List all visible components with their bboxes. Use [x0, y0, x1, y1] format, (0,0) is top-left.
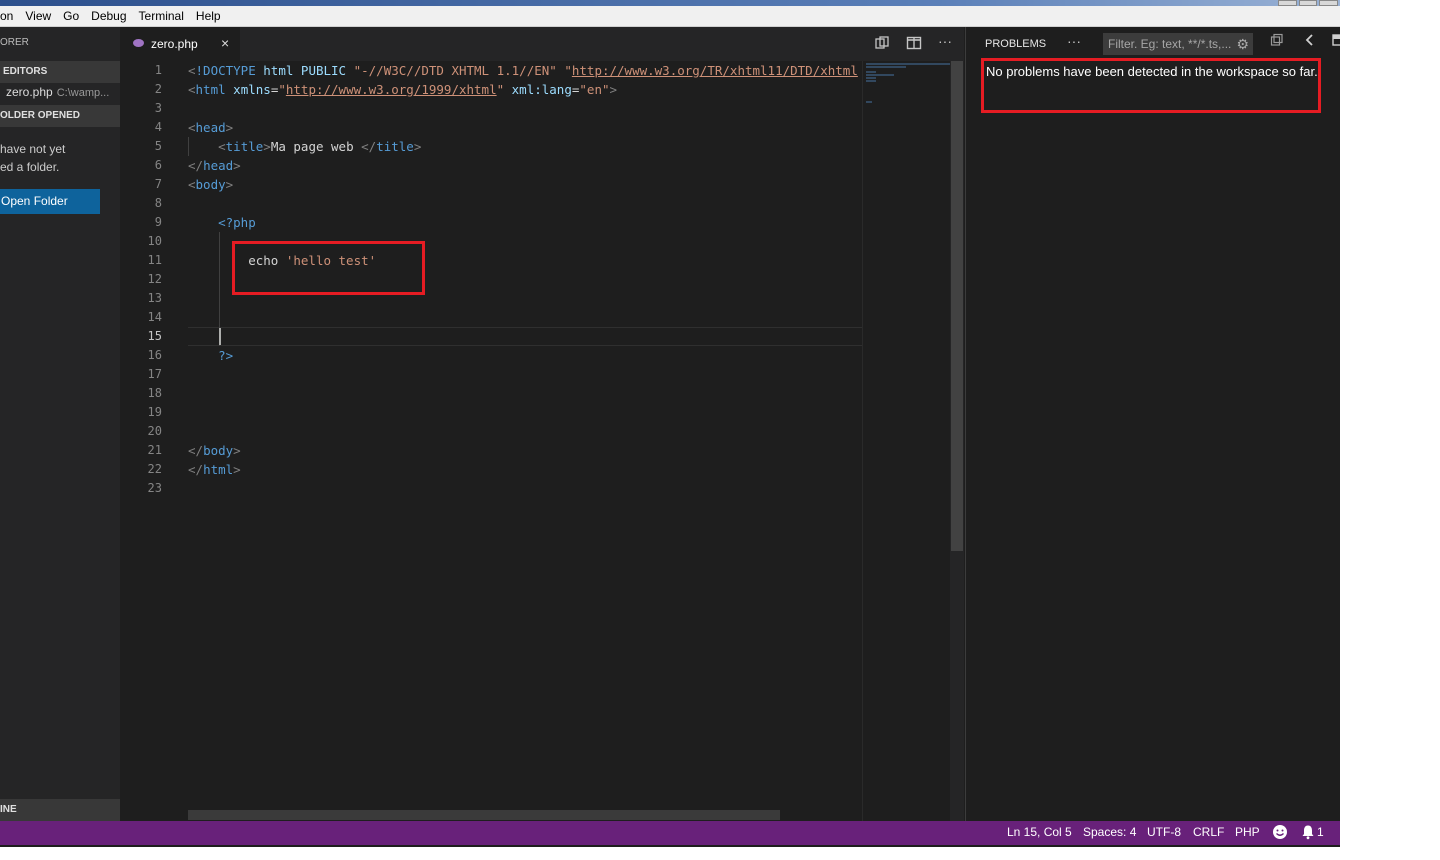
open-editor-filename: zero.php [6, 85, 53, 99]
tab-zero-php[interactable]: zero.php × [120, 27, 240, 61]
minimap[interactable] [862, 61, 951, 821]
code-line: <title>Ma page web </title> [218, 139, 422, 154]
menu-terminal[interactable]: Terminal [139, 9, 184, 23]
line-number: 5 [154, 139, 162, 153]
line-number: 1 [154, 63, 162, 77]
line-number: 11 [147, 253, 162, 267]
end-of-line[interactable]: CRLF [1193, 825, 1224, 839]
line-number: 10 [147, 234, 162, 248]
line-number: 7 [154, 177, 162, 191]
code-line: ?> [218, 348, 234, 363]
filter-settings-icon[interactable]: ⚙ [1236, 33, 1249, 55]
no-folder-message: have not yet ed a folder. [0, 140, 120, 176]
indentation[interactable]: Spaces: 4 [1083, 825, 1136, 839]
no-folder-header[interactable]: OLDER OPENED [0, 105, 120, 127]
line-number: 9 [154, 215, 162, 229]
line-number: 14 [147, 310, 162, 324]
open-folder-button[interactable]: Open Folder [0, 189, 100, 214]
menu-selection[interactable]: on [0, 9, 13, 23]
php-file-icon [133, 39, 144, 47]
language-mode[interactable]: PHP [1235, 825, 1260, 839]
vscode-window: on View Go Debug Terminal Help ORER EDIT… [0, 0, 1340, 847]
line-number: 23 [147, 481, 162, 495]
split-editor-icon[interactable] [906, 35, 922, 54]
code-line: </head> [188, 158, 241, 173]
menu-go[interactable]: Go [63, 9, 79, 23]
code-line: </body> [188, 443, 241, 458]
open-editors-header[interactable]: EDITORS [0, 61, 123, 83]
code-line: <html xmlns="http://www.w3.org/1999/xhtm… [188, 82, 618, 97]
status-bar: Ln 15, Col 5 Spaces: 4 UTF-8 CRLF PHP 1 [0, 821, 1340, 845]
open-changes-icon[interactable] [874, 35, 890, 54]
no-folder-message-line2: ed a folder. [0, 160, 60, 174]
open-editor-item[interactable]: zero.php C:\wamp... [6, 85, 109, 99]
code-line: <!DOCTYPE html PUBLIC "-//W3C//DTD XHTML… [188, 63, 858, 78]
code-line: <?php [218, 215, 256, 230]
line-number: 13 [147, 291, 162, 305]
maximize-panel-icon[interactable] [1332, 33, 1340, 50]
line-number: 6 [154, 158, 162, 172]
code-line: <body> [188, 177, 234, 192]
line-number-active: 15 [147, 329, 162, 343]
line-number: 22 [147, 462, 162, 476]
problems-filter-placeholder: Filter. Eg: text, **/*.ts,... [1108, 37, 1232, 51]
panel-more-icon[interactable]: ··· [1067, 33, 1081, 49]
menu-debug[interactable]: Debug [91, 9, 126, 23]
line-number: 18 [147, 386, 162, 400]
line-number: 8 [154, 196, 162, 210]
tab-problems[interactable]: PROBLEMS [985, 38, 1046, 50]
code-line: </html> [188, 462, 241, 477]
bell-icon[interactable] [1301, 824, 1315, 843]
no-folder-message-line1: have not yet [0, 142, 66, 156]
chevron-left-icon[interactable] [1303, 33, 1317, 50]
menu-view[interactable]: View [25, 9, 51, 23]
line-number: 20 [147, 424, 162, 438]
current-line-highlight [188, 327, 862, 346]
editor-tab-bar: zero.php × ··· [120, 27, 964, 61]
code-editor[interactable]: 1 2 3 4 5 6 7 8 9 10 11 12 13 14 15 16 1… [120, 61, 964, 821]
menu-bar: on View Go Debug Terminal Help [0, 6, 1340, 27]
explorer-sidebar: ORER EDITORS zero.php C:\wamp... OLDER OP… [0, 27, 123, 821]
vertical-scrollbar[interactable] [950, 61, 964, 821]
problems-filter-input[interactable]: Filter. Eg: text, **/*.ts,... ⚙ [1103, 33, 1253, 55]
menu-help[interactable]: Help [196, 9, 221, 23]
more-actions-icon[interactable]: ··· [938, 33, 952, 49]
outline-header[interactable]: INE [0, 799, 120, 821]
line-number: 21 [147, 443, 162, 457]
encoding[interactable]: UTF-8 [1147, 825, 1181, 839]
highlight-box-problems [981, 58, 1321, 113]
line-number: 19 [147, 405, 162, 419]
close-icon[interactable]: × [221, 35, 229, 51]
line-number: 2 [154, 82, 162, 96]
tab-label: zero.php [151, 37, 198, 51]
feedback-smiley-icon[interactable] [1272, 824, 1288, 843]
line-number: 17 [147, 367, 162, 381]
line-number: 12 [147, 272, 162, 286]
code-line: <head> [188, 120, 234, 135]
vertical-scrollbar-thumb[interactable] [951, 61, 963, 551]
collapse-icon[interactable] [1270, 33, 1284, 50]
explorer-title: ORER [0, 37, 29, 48]
horizontal-scrollbar[interactable] [188, 810, 780, 820]
open-editor-path: C:\wamp... [56, 87, 110, 99]
notification-count: 1 [1317, 825, 1324, 839]
line-number: 4 [154, 120, 162, 134]
line-number: 3 [154, 101, 162, 115]
line-number: 16 [147, 348, 162, 362]
cursor-position[interactable]: Ln 15, Col 5 [1007, 825, 1072, 839]
problems-panel: PROBLEMS ··· Filter. Eg: text, **/*.ts,.… [965, 27, 1340, 821]
highlight-box-echo [232, 241, 425, 295]
text-cursor [219, 328, 221, 345]
